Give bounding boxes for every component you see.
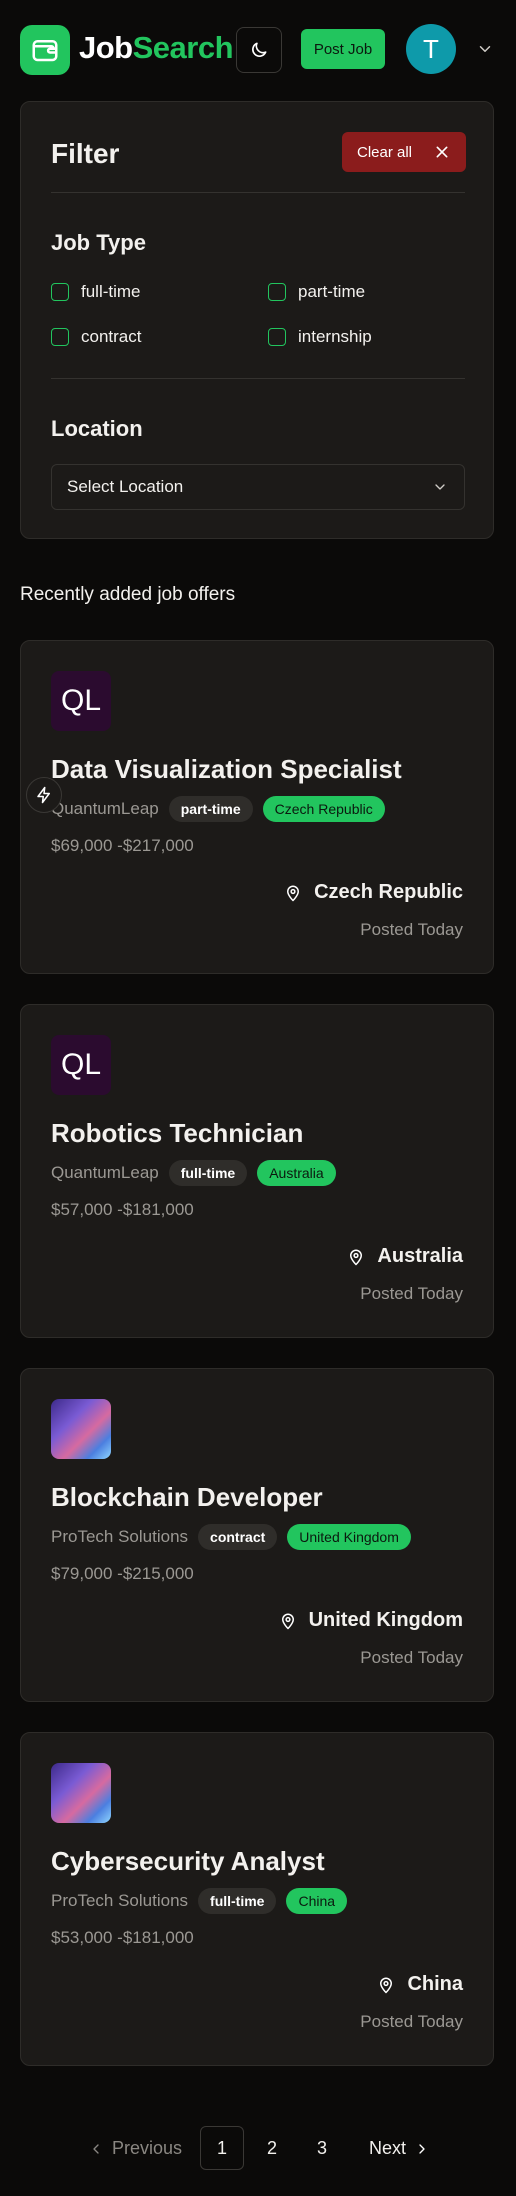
company-logo: QL <box>51 1035 111 1095</box>
job-type-badge: full-time <box>198 1888 277 1914</box>
location-select[interactable]: Select Location <box>51 464 465 510</box>
job-location: Czech Republic <box>284 881 463 904</box>
job-type-badge: part-time <box>168 796 253 822</box>
job-type-option-part-time[interactable]: part-time <box>268 282 365 302</box>
pagination: Previous 1 2 3 Next <box>0 2126 516 2170</box>
chevron-left-icon <box>93 2143 99 2154</box>
job-location: United Kingdom <box>279 1609 463 1632</box>
job-location-text: Australia <box>377 1245 463 1267</box>
location-select-value: Select Location <box>67 477 184 496</box>
job-card[interactable]: QL Data Visualization Specialist Quantum… <box>20 640 494 974</box>
location-title: Location <box>51 416 143 441</box>
job-meta: ProTech Solutions contract United Kingdo… <box>51 1524 411 1550</box>
page-button-1[interactable]: 1 <box>200 2126 244 2170</box>
filter-panel: Filter Clear all Job Type full-time part… <box>20 101 494 539</box>
wallet-logo-icon[interactable] <box>20 25 70 75</box>
job-title[interactable]: Data Visualization Specialist <box>51 754 402 785</box>
job-type-label: part-time <box>298 282 366 301</box>
job-location-text: China <box>407 1973 463 1995</box>
job-title[interactable]: Robotics Technician <box>51 1118 303 1149</box>
checkbox[interactable] <box>51 283 69 301</box>
checkbox[interactable] <box>268 283 286 301</box>
company-name: QuantumLeap <box>51 1163 159 1182</box>
posted-date: Posted Today <box>360 1284 463 1303</box>
previous-label: Previous <box>112 2138 183 2158</box>
map-pin-icon <box>287 885 300 901</box>
company-logo-text: QL <box>60 684 102 717</box>
chevron-right-icon <box>419 2143 425 2154</box>
moon-icon <box>252 42 267 57</box>
close-icon <box>436 146 448 158</box>
job-card[interactable]: QL Robotics Technician QuantumLeap full-… <box>20 1004 494 1338</box>
map-pin-icon <box>281 1613 294 1629</box>
job-location: Australia <box>347 1245 463 1268</box>
brand-part-search: Search <box>132 30 234 65</box>
lightning-icon <box>37 786 50 804</box>
job-type-option-contract[interactable]: contract <box>51 327 141 347</box>
clear-all-button[interactable]: Clear all <box>342 132 466 172</box>
job-meta: ProTech Solutions full-time China <box>51 1888 348 1914</box>
job-title[interactable]: Cybersecurity Analyst <box>51 1846 325 1877</box>
country-badge: Czech Republic <box>262 796 385 822</box>
checkbox[interactable] <box>268 328 286 346</box>
job-location-text: United Kingdom <box>308 1609 463 1631</box>
job-title[interactable]: Blockchain Developer <box>51 1482 323 1513</box>
job-type-option-internship[interactable]: internship <box>268 327 372 347</box>
company-name: ProTech Solutions <box>51 1891 189 1910</box>
job-type-badge: contract <box>198 1524 278 1550</box>
posted-date: Posted Today <box>360 2012 463 2031</box>
job-card[interactable]: Blockchain Developer ProTech Solutions c… <box>20 1368 494 1702</box>
job-meta: QuantumLeap full-time Australia <box>51 1160 336 1186</box>
salary-range: $57,000 -$181,000 <box>51 1200 194 1219</box>
job-type-option-full-time[interactable]: full-time <box>51 282 141 302</box>
company-name: ProTech Solutions <box>51 1527 189 1546</box>
filter-title: Filter <box>51 138 120 169</box>
job-type-label: full-time <box>81 282 141 301</box>
country-badge: Australia <box>257 1160 336 1186</box>
map-pin-icon <box>350 1249 363 1265</box>
divider <box>51 192 465 193</box>
posted-date: Posted Today <box>360 920 463 939</box>
top-header: JobSearch Post Job T <box>0 0 516 100</box>
job-type-label: contract <box>81 327 142 346</box>
chevron-down-icon <box>435 484 445 490</box>
chevron-down-icon[interactable] <box>476 40 494 58</box>
theme-toggle-button[interactable] <box>236 27 282 73</box>
post-job-button[interactable]: Post Job <box>301 29 385 69</box>
country-badge: United Kingdom <box>287 1524 411 1550</box>
divider <box>51 378 465 379</box>
company-logo-image <box>51 1399 111 1459</box>
brand-name[interactable]: JobSearch <box>79 30 234 66</box>
company-logo-image <box>51 1763 111 1823</box>
posted-date: Posted Today <box>360 1648 463 1667</box>
country-badge: China <box>286 1888 348 1914</box>
salary-range: $79,000 -$215,000 <box>51 1564 194 1583</box>
map-pin-icon <box>380 1977 393 1993</box>
job-location: China <box>377 1973 463 1996</box>
job-meta: QuantumLeap part-time Czech Republic <box>51 796 385 822</box>
job-type-label: internship <box>298 327 372 346</box>
salary-range: $69,000 -$217,000 <box>51 836 194 855</box>
job-card[interactable]: Cybersecurity Analyst ProTech Solutions … <box>20 1732 494 2066</box>
job-type-badge: full-time <box>168 1160 248 1186</box>
previous-page-button[interactable]: Previous <box>88 2138 182 2159</box>
recent-jobs-heading: Recently added job offers <box>20 584 236 605</box>
company-logo: QL <box>51 671 111 731</box>
job-location-text: Czech Republic <box>314 881 463 903</box>
user-avatar[interactable]: T <box>406 24 456 74</box>
company-logo-text: QL <box>60 1048 102 1081</box>
clear-all-label: Clear all <box>357 143 413 161</box>
company-name: QuantumLeap <box>51 799 159 818</box>
page-button-3[interactable]: 3 <box>300 2126 344 2170</box>
next-label: Next <box>369 2138 407 2158</box>
flash-button[interactable] <box>26 777 62 813</box>
salary-range: $53,000 -$181,000 <box>51 1928 194 1947</box>
checkbox[interactable] <box>51 328 69 346</box>
next-page-button[interactable]: Next <box>369 2138 430 2159</box>
brand-part-job: Job <box>79 30 133 65</box>
job-type-title: Job Type <box>51 230 146 255</box>
page-button-2[interactable]: 2 <box>250 2126 294 2170</box>
